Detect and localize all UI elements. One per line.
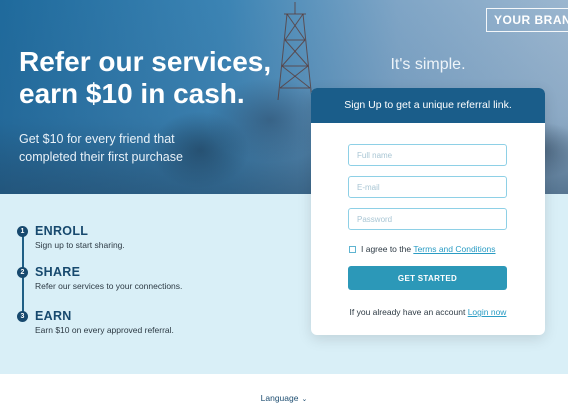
language-selector[interactable]: Language ⌄ [0,393,568,403]
terms-agreement: I agree to the Terms and Conditions [349,244,496,254]
step-title: SHARE [35,265,81,279]
step-description: Sign up to start sharing. [35,240,125,250]
hero-subtitle: Get $10 for every friend that completed … [19,132,183,164]
chevron-down-icon: ⌄ [301,396,308,403]
step-number: 1 [17,226,28,237]
login-link[interactable]: Login now [468,307,507,317]
tagline: It's simple. [390,56,466,73]
step-number: 2 [17,267,28,278]
signup-card: Sign Up to get a unique referral link. I… [311,88,545,335]
brand-logo[interactable]: YOUR BRAND [486,8,568,32]
checkbox-icon[interactable] [349,246,356,253]
step-title: EARN [35,309,72,323]
email-input[interactable] [348,176,507,198]
language-label: Language [260,393,299,403]
terms-link[interactable]: Terms and Conditions [413,244,495,254]
login-prompt: If you already have an account [349,307,466,317]
step-number: 3 [17,311,28,322]
hero-title: Refer our services, earn $10 in cash. [19,46,272,109]
signup-card-header: Sign Up to get a unique referral link. [311,88,545,123]
step-title: ENROLL [35,224,89,238]
step-description: Earn $10 on every approved referral. [35,325,174,335]
password-input[interactable] [348,208,507,230]
get-started-button[interactable]: GET STARTED [348,266,507,290]
fullname-input[interactable] [348,144,507,166]
login-prompt-line: If you already have an account Login now [311,307,545,317]
step-description: Refer our services to your connections. [35,281,183,291]
agree-text: I agree to the [361,244,412,254]
